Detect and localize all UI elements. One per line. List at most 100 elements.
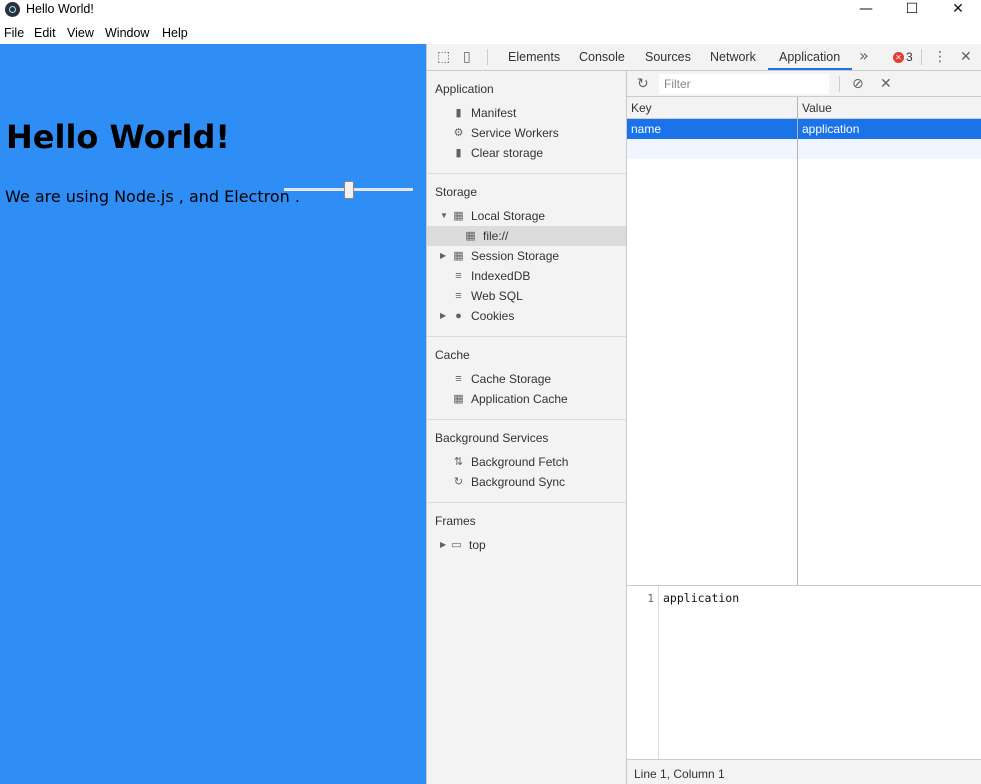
refresh-icon[interactable]: ↻ xyxy=(637,77,649,91)
menu-bar: File Edit View Window Help xyxy=(0,22,981,44)
tab-application[interactable]: Application xyxy=(779,50,840,64)
device-toolbar-icon[interactable]: ▯ xyxy=(463,50,471,64)
cursor-position: Line 1, Column 1 xyxy=(634,767,725,781)
expanded-triangle-icon[interactable]: ▼ xyxy=(440,210,448,222)
up-down-arrows-icon: ⇅ xyxy=(453,456,464,468)
table-icon: ▦ xyxy=(453,250,464,262)
frame-window-icon: ▭ xyxy=(451,539,462,551)
collapsed-triangle-icon[interactable]: ▶ xyxy=(440,539,446,551)
sidebar-item-application-cache[interactable]: ▦ Application Cache xyxy=(427,389,626,409)
application-sidebar: Application ▮ Manifest ⚙ Service Workers… xyxy=(427,71,627,784)
error-icon[interactable]: ✕ xyxy=(893,52,904,63)
database-icon: ≡ xyxy=(455,270,462,282)
section-title-background-services: Background Services xyxy=(435,431,549,445)
sidebar-item-manifest[interactable]: ▮ Manifest xyxy=(427,103,626,123)
sidebar-item-label: Background Fetch xyxy=(471,455,569,469)
page-paragraph: We are using Node.js , and Electron . xyxy=(5,187,300,206)
sidebar-item-label: Manifest xyxy=(471,106,517,120)
tab-network[interactable]: Network xyxy=(710,50,756,64)
filter-input[interactable] xyxy=(659,74,829,94)
cell-value: application xyxy=(802,122,860,136)
grid-header: Key Value xyxy=(627,97,981,119)
preview-text[interactable]: application xyxy=(663,591,739,605)
column-header-value[interactable]: Value xyxy=(802,101,832,115)
sidebar-item-label: Clear storage xyxy=(471,146,544,160)
storage-toolbar: ↻ ⊘ ✕ xyxy=(627,71,981,97)
cookie-icon: ● xyxy=(455,310,462,322)
close-window-button[interactable]: ✕ xyxy=(935,0,981,20)
collapsed-triangle-icon[interactable]: ▶ xyxy=(440,250,446,262)
sidebar-item-label: Cookies xyxy=(471,309,515,323)
value-preview: 1 application xyxy=(627,585,981,759)
clear-all-icon[interactable]: ⊘ xyxy=(852,77,864,91)
table-row-empty[interactable] xyxy=(627,139,981,159)
table-icon: ▦ xyxy=(465,230,476,242)
sidebar-item-label: IndexedDB xyxy=(471,269,531,283)
sidebar-item-web-sql[interactable]: ≡ Web SQL xyxy=(427,286,626,306)
sidebar-item-cookies[interactable]: ▶ ● Cookies xyxy=(427,306,626,326)
section-divider xyxy=(427,336,626,337)
devtools-panel: ⬚ ▯ Elements Console Sources Network App… xyxy=(426,44,981,784)
sync-icon: ↻ xyxy=(453,476,464,488)
minimize-button[interactable]: — xyxy=(843,0,889,20)
section-title-storage: Storage xyxy=(435,185,478,199)
toolbar-divider xyxy=(921,49,922,65)
inspect-element-icon[interactable]: ⬚ xyxy=(437,50,450,64)
sidebar-item-background-sync[interactable]: ↻ Background Sync xyxy=(427,472,626,492)
table-icon: ▦ xyxy=(453,393,464,405)
sidebar-item-file-origin[interactable]: ▦ file:// xyxy=(427,226,626,246)
active-tab-indicator xyxy=(768,68,852,70)
sidebar-item-clear-storage[interactable]: ▮ Clear storage xyxy=(427,143,626,163)
sidebar-item-label: Cache Storage xyxy=(471,372,552,386)
section-divider xyxy=(427,502,626,503)
sidebar-item-service-workers[interactable]: ⚙ Service Workers xyxy=(427,123,626,143)
menu-window[interactable]: Window xyxy=(105,26,149,40)
sidebar-item-frame-top[interactable]: ▶ ▭ top xyxy=(427,535,626,555)
table-row[interactable]: name application xyxy=(627,119,981,139)
toolbar-divider xyxy=(487,49,488,65)
collapsed-triangle-icon[interactable]: ▶ xyxy=(440,310,446,322)
tab-elements[interactable]: Elements xyxy=(508,50,560,64)
page-heading: Hello World! xyxy=(6,118,230,156)
column-divider[interactable] xyxy=(797,97,798,585)
range-slider-thumb[interactable] xyxy=(343,181,354,199)
section-title-cache: Cache xyxy=(435,348,470,362)
sidebar-item-label: top xyxy=(469,538,486,552)
sidebar-item-label: Service Workers xyxy=(471,126,559,140)
sidebar-item-cache-storage[interactable]: ≡ Cache Storage xyxy=(427,369,626,389)
database-icon: ≡ xyxy=(455,373,462,385)
tab-console[interactable]: Console xyxy=(579,50,625,64)
line-number: 1 xyxy=(647,592,654,605)
devtools-menu-icon[interactable]: ⋮ xyxy=(933,50,947,64)
status-bar: Line 1, Column 1 xyxy=(627,759,981,784)
line-gutter: 1 xyxy=(627,586,659,759)
error-count[interactable]: 3 xyxy=(906,50,913,64)
sidebar-item-indexeddb[interactable]: ≡ IndexedDB xyxy=(427,266,626,286)
delete-selected-icon[interactable]: ✕ xyxy=(880,77,892,91)
database-icon: ≡ xyxy=(455,290,462,302)
gear-icon: ⚙ xyxy=(453,127,464,139)
menu-file[interactable]: File xyxy=(4,26,24,40)
section-divider xyxy=(427,419,626,420)
sidebar-item-session-storage[interactable]: ▶ ▦ Session Storage xyxy=(427,246,626,266)
menu-edit[interactable]: Edit xyxy=(34,26,56,40)
sidebar-item-background-fetch[interactable]: ⇅ Background Fetch xyxy=(427,452,626,472)
sidebar-item-label: Application Cache xyxy=(471,392,568,406)
column-header-key[interactable]: Key xyxy=(631,101,652,115)
table-icon: ▦ xyxy=(453,210,464,222)
window-title: Hello World! xyxy=(26,2,94,16)
section-divider xyxy=(427,173,626,174)
toolbar-divider xyxy=(839,76,840,92)
tab-sources[interactable]: Sources xyxy=(645,50,691,64)
menu-help[interactable]: Help xyxy=(162,26,188,40)
maximize-button[interactable]: ☐ xyxy=(889,0,935,20)
menu-view[interactable]: View xyxy=(67,26,94,40)
sidebar-item-label: Session Storage xyxy=(471,249,560,263)
close-devtools-icon[interactable]: ✕ xyxy=(960,50,972,64)
cell-key: name xyxy=(631,122,662,136)
sidebar-item-label: file:// xyxy=(483,229,509,243)
sidebar-item-local-storage[interactable]: ▼ ▦ Local Storage xyxy=(427,206,626,226)
sidebar-item-label: Background Sync xyxy=(471,475,566,489)
electron-app-icon xyxy=(5,2,20,17)
more-tabs-icon[interactable]: » xyxy=(859,48,869,64)
